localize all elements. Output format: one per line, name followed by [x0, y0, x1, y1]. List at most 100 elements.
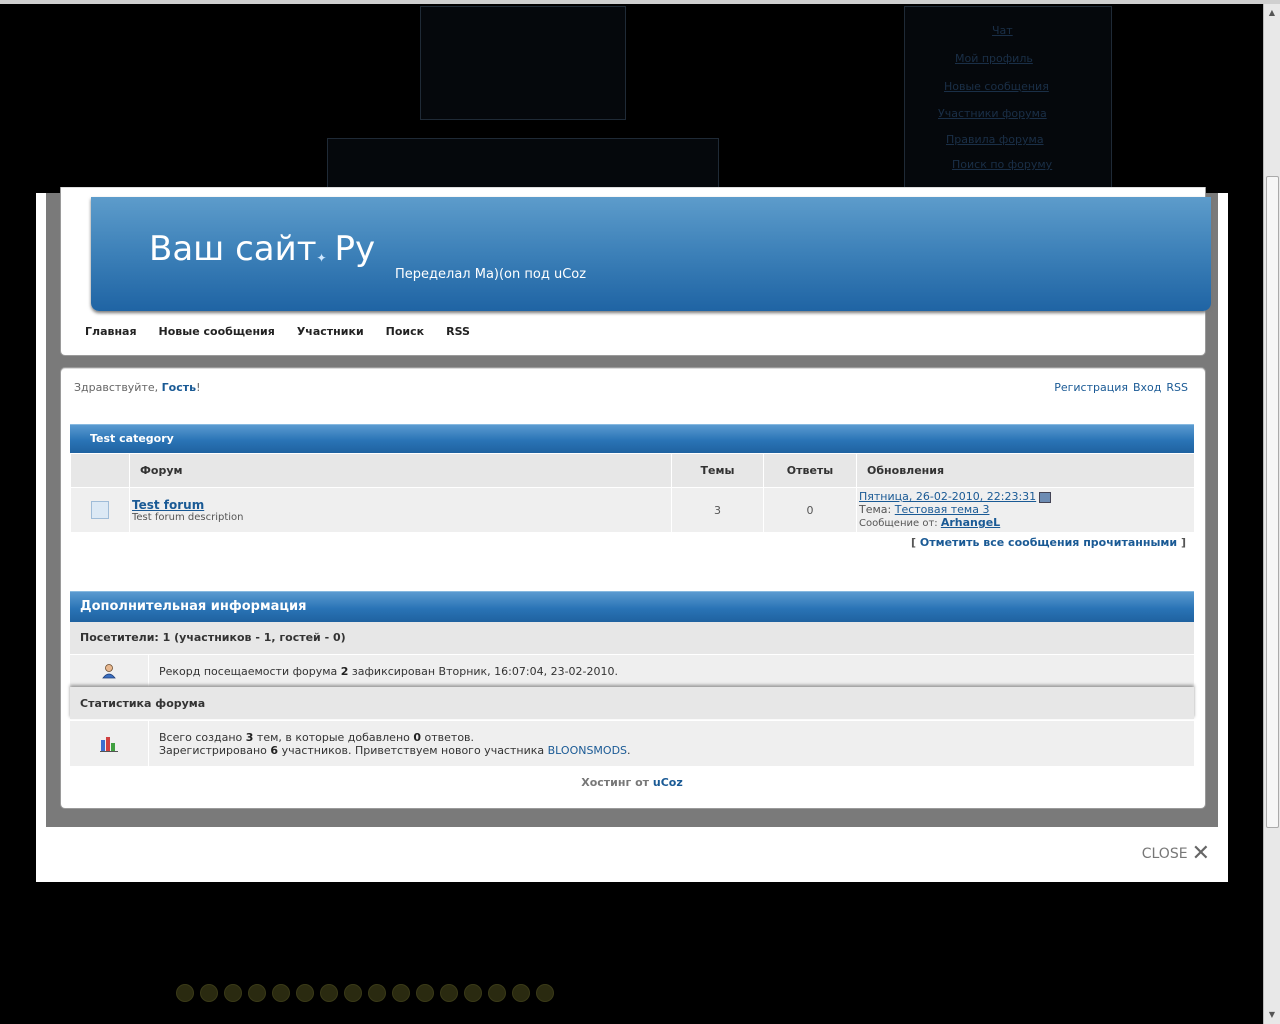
smiley-icon	[512, 984, 530, 1002]
record-number: 2	[340, 665, 349, 678]
forum-description: Test forum description	[132, 511, 244, 523]
visitors-text: Посетители: 1 (участников - 1, гостей - …	[80, 631, 346, 644]
icon-column-header	[70, 454, 130, 488]
stats-l1-post: ответов.	[424, 731, 475, 744]
forum-last-update: Пятница, 26-02-2010, 22:23:31 Тема: Тест…	[856, 487, 1194, 532]
footer: Хостинг от uCoz	[46, 776, 1218, 789]
forum-table-header: Форум Темы Ответы Обновления	[70, 454, 1194, 488]
footer-label: Хостинг от	[581, 776, 650, 789]
page-scrollbar[interactable]: ▲ ▼	[1263, 4, 1280, 1024]
user-icon	[102, 664, 116, 679]
smiley-icon	[416, 984, 434, 1002]
background-search-box	[420, 6, 626, 120]
rss-link[interactable]: RSS	[1166, 381, 1188, 394]
column-updates: Обновления	[856, 454, 1194, 488]
scrollbar-thumb[interactable]	[1266, 176, 1279, 828]
greeting-user[interactable]: Гость	[162, 381, 196, 394]
forum-title-link[interactable]: Test forum	[132, 498, 670, 512]
last-post-date-link[interactable]: Пятница, 26-02-2010, 22:23:31	[859, 490, 1036, 503]
background-link[interactable]: Новые сообщения	[944, 80, 1049, 93]
last-topic-link[interactable]: Тестовая тема 3	[895, 503, 990, 516]
stats-row: Всего создано 3 тем, в которые добавлено…	[70, 720, 1194, 766]
info-header: Дополнительная информация	[70, 591, 1194, 622]
register-link[interactable]: Регистрация	[1054, 381, 1128, 394]
column-topics: Темы	[671, 454, 764, 488]
smiley-icon	[392, 984, 410, 1002]
visitors-header: Посетители: 1 (участников - 1, гостей - …	[70, 622, 1194, 654]
record-icon-cell	[70, 655, 149, 687]
smiley-icon	[440, 984, 458, 1002]
smiley-icon	[176, 984, 194, 1002]
forum-row: Test forum Test forum description 3 0 Пя…	[70, 487, 1194, 532]
smiley-icon	[488, 984, 506, 1002]
record-pre: Рекорд посещаемости форума	[159, 665, 338, 678]
mark-read: [ Отметить все сообщения прочитанными ]	[911, 536, 1186, 549]
footer-ucoz-link[interactable]: uCoz	[653, 776, 683, 789]
forum-replies-count: 0	[763, 487, 857, 532]
forum-read-icon	[91, 501, 109, 519]
stats-l2-mid: участников. Приветствуем нового участник…	[281, 744, 545, 757]
auth-links: Регистрация Вход RSS	[1054, 381, 1188, 394]
mark-all-read-link[interactable]: Отметить все сообщения прочитанными	[920, 536, 1177, 549]
stats-l2-post: .	[627, 744, 631, 757]
scroll-down-icon[interactable]: ▼	[1266, 1008, 1278, 1022]
close-button[interactable]: CLOSE ✕	[1142, 841, 1210, 866]
bar-chart-icon	[100, 737, 118, 752]
category-title[interactable]: Test category	[90, 432, 174, 445]
smiley-icon	[200, 984, 218, 1002]
forum-name-cell: Test forum Test forum description	[129, 487, 672, 532]
stats-l1-mid: тем, в которые добавлено	[256, 731, 410, 744]
login-link[interactable]: Вход	[1133, 381, 1161, 394]
mark-read-close: ]	[1180, 536, 1186, 549]
info-title: Дополнительная информация	[80, 599, 307, 614]
content-layer: Здравствуйте, Гость! Регистрация Вход RS…	[46, 193, 1218, 827]
forum-frame: Ваш сайт✦ Ру Переделал Ma)(on под uCoz Гл…	[46, 187, 1218, 827]
stats-replies-count: 0	[413, 731, 422, 744]
greeting: Здравствуйте, Гость!	[74, 381, 200, 394]
background-link[interactable]: Правила форума	[946, 133, 1044, 146]
smiley-icon	[248, 984, 266, 1002]
forum-table: Форум Темы Ответы Обновления Test forum …	[70, 454, 1194, 532]
record-text: Рекорд посещаемости форума 2 зафиксирова…	[159, 665, 618, 678]
stats-header: Статистика форума	[70, 687, 1194, 719]
forum-icon-cell	[70, 487, 130, 532]
stats-icon-cell	[70, 721, 149, 766]
last-post-icon[interactable]	[1039, 491, 1052, 503]
smiley-icon	[272, 984, 290, 1002]
stats-l2-pre: Зарегистрировано	[159, 744, 267, 757]
record-post: зафиксирован Вторник, 16:07:04, 23-02-20…	[351, 665, 618, 678]
smiley-icon	[224, 984, 242, 1002]
greeting-suffix: !	[196, 381, 201, 394]
stats-title: Статистика форума	[80, 697, 206, 710]
smiley-icon	[320, 984, 338, 1002]
browser-top-strip	[0, 0, 1280, 4]
greeting-prefix: Здравствуйте,	[74, 381, 159, 394]
category-header: Test category	[70, 424, 1194, 453]
lightbox-modal: Ваш сайт✦ Ру Переделал Ma)(on под uCoz Гл…	[36, 187, 1228, 882]
stats-members-count: 6	[270, 744, 279, 757]
author-label: Сообщение от:	[859, 518, 938, 529]
scroll-up-icon[interactable]: ▲	[1266, 6, 1278, 20]
column-forum: Форум	[129, 454, 672, 488]
smiley-icon	[536, 984, 554, 1002]
background-link[interactable]: Участники форума	[938, 107, 1047, 120]
forum-topics-count: 3	[671, 487, 764, 532]
smiley-icon	[464, 984, 482, 1002]
background-title-box	[327, 138, 719, 192]
topic-label: Тема:	[859, 503, 892, 516]
background-link[interactable]: Поиск по форуму	[952, 158, 1052, 171]
smiley-icon	[296, 984, 314, 1002]
record-row: Рекорд посещаемости форума 2 зафиксирова…	[70, 654, 1194, 687]
stats-l1-pre: Всего создано	[159, 731, 243, 744]
background-link[interactable]: Мой профиль	[955, 52, 1033, 65]
column-replies: Ответы	[763, 454, 857, 488]
close-icon: ✕	[1191, 841, 1210, 866]
background-link[interactable]: Чат	[992, 24, 1013, 37]
mark-read-open: [	[910, 536, 917, 549]
background-smiley-bar	[176, 984, 554, 1006]
last-author-link[interactable]: ArhangeL	[941, 516, 1000, 529]
stats-topics-count: 3	[245, 731, 254, 744]
smiley-icon	[368, 984, 386, 1002]
stats-text: Всего создано 3 тем, в которые добавлено…	[159, 731, 631, 757]
newest-member-link[interactable]: BLOONSMODS	[548, 744, 627, 757]
